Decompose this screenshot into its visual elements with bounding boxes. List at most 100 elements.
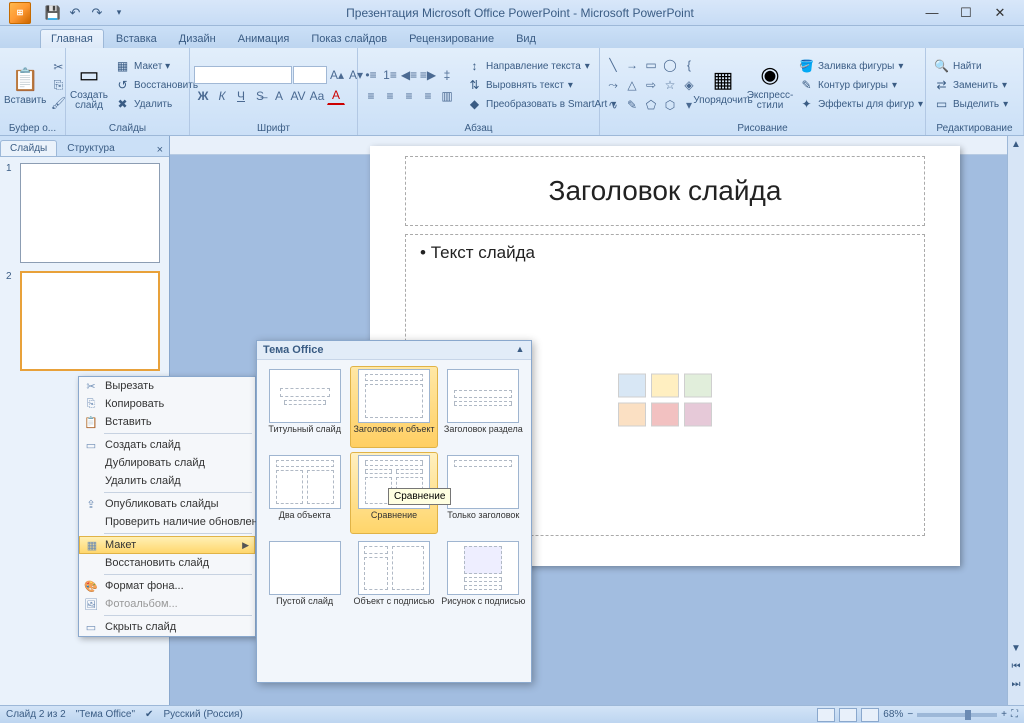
shape-line-icon[interactable]: ╲ [604,56,622,74]
char-spacing-icon[interactable]: AV [289,87,307,105]
outdent-icon[interactable]: ◀≡ [400,66,418,84]
shape-callout-icon[interactable]: ◈ [680,76,698,94]
tab-home[interactable]: Главная [40,29,104,48]
underline-icon[interactable]: Ч [232,87,250,105]
fit-window-icon[interactable]: ⛶ [1011,709,1018,720]
layout-content-caption[interactable]: Объект с подписью [350,538,437,620]
shape-pent-icon[interactable]: ⬠ [642,96,660,114]
zoom-value[interactable]: 68% [883,709,903,720]
shape-hex-icon[interactable]: ⬡ [661,96,679,114]
next-slide-icon[interactable]: ⏭ [1008,676,1024,693]
shape-effects-button[interactable]: ✦Эффекты для фигур ▾ [795,95,927,114]
layout-button[interactable]: ▦Макет ▾ [111,57,202,76]
cm-copy[interactable]: ⎘Копировать [79,395,255,413]
shape-brace-icon[interactable]: { [680,56,698,74]
cm-format-bg[interactable]: 🎨Формат фона... [79,577,255,595]
font-size-combo[interactable] [293,66,327,84]
vertical-scrollbar[interactable]: ▲ ▼ ⏮ ⏭ [1007,136,1024,705]
copy-icon[interactable]: ⎘ [49,76,67,94]
font-family-combo[interactable] [194,66,292,84]
view-slideshow-button[interactable] [861,708,879,722]
minimize-button[interactable]: — [918,4,946,22]
panel-close-icon[interactable]: × [151,144,169,156]
line-spacing-icon[interactable]: ‡ [438,66,456,84]
shape-oval-icon[interactable]: ◯ [661,56,679,74]
layout-two-content[interactable]: Два объекта [261,452,348,534]
shape-arrow2-icon[interactable]: ⇨ [642,76,660,94]
quick-styles-button[interactable]: ◉Экспресс-стили [748,52,792,118]
find-button[interactable]: 🔍Найти [930,57,1012,76]
italic-icon[interactable]: К [213,87,231,105]
shape-arrow-icon[interactable]: → [623,56,641,74]
shape-free-icon[interactable]: ✎ [623,96,641,114]
tab-view[interactable]: Вид [506,30,546,48]
tab-insert[interactable]: Вставка [106,30,167,48]
align-center-icon[interactable]: ≡ [381,87,399,105]
select-button[interactable]: ▭Выделить ▾ [930,95,1012,114]
tab-design[interactable]: Дизайн [169,30,226,48]
layout-title-slide[interactable]: Титульный слайд [261,366,348,448]
undo-icon[interactable]: ↶ [66,4,84,22]
layout-title-only[interactable]: Только заголовок [440,452,527,534]
title-placeholder[interactable]: Заголовок слайда [405,156,925,226]
prev-slide-icon[interactable]: ⏮ [1008,658,1024,675]
shape-rect-icon[interactable]: ▭ [642,56,660,74]
redo-icon[interactable]: ↷ [88,4,106,22]
view-normal-button[interactable] [817,708,835,722]
cut-icon[interactable]: ✂ [49,58,67,76]
cm-check-updates[interactable]: Проверить наличие обновлений▶ [79,513,255,531]
align-left-icon[interactable]: ≡ [362,87,380,105]
shape-curve-icon[interactable]: ∿ [604,96,622,114]
layout-picture-caption[interactable]: Рисунок с подписью [440,538,527,620]
format-painter-icon[interactable]: 🖌 [49,94,67,112]
font-color-icon[interactable]: A [327,87,345,105]
tab-review[interactable]: Рецензирование [399,30,504,48]
save-icon[interactable]: 💾 [44,4,62,22]
cm-delete-slide[interactable]: Удалить слайд [79,472,255,490]
status-spellcheck-icon[interactable]: ✔ [145,709,153,720]
text-direction-button[interactable]: ↕Направление текста ▾ [463,57,620,76]
justify-icon[interactable]: ≡ [419,87,437,105]
slide-thumbnail-1[interactable] [20,163,160,263]
shape-conn-icon[interactable]: ⤳ [604,76,622,94]
view-sorter-button[interactable] [839,708,857,722]
cm-publish[interactable]: ⇪Опубликовать слайды [79,495,255,513]
paste-button[interactable]: 📋Вставить [4,52,46,118]
shape-outline-button[interactable]: ✎Контур фигуры ▾ [795,76,927,95]
convert-smartart-button[interactable]: ◆Преобразовать в SmartArt ▾ [463,95,620,114]
grow-font-icon[interactable]: A▴ [328,66,346,84]
office-button[interactable]: ⊞ [2,0,38,26]
cm-cut[interactable]: ✂Вырезать [79,377,255,395]
cm-duplicate[interactable]: Дублировать слайд [79,454,255,472]
reset-button[interactable]: ↺Восстановить [111,76,202,95]
slide-thumbnail-2[interactable] [20,271,160,371]
new-slide-button[interactable]: ▭Создать слайд [70,52,108,118]
numbering-icon[interactable]: 1≡ [381,66,399,84]
maximize-button[interactable]: ☐ [952,4,980,22]
bold-icon[interactable]: Ж [194,87,212,105]
panel-tab-slides[interactable]: Слайды [0,140,57,156]
cm-hide-slide[interactable]: ▭Скрыть слайд [79,618,255,636]
delete-button[interactable]: ✖Удалить [111,95,202,114]
arrange-button[interactable]: ▦Упорядочить [701,52,745,118]
bullets-icon[interactable]: •≡ [362,66,380,84]
tab-animation[interactable]: Анимация [228,30,300,48]
content-placeholder-icons[interactable] [618,374,712,427]
gallery-scroll-up-icon[interactable]: ▲ [515,344,525,356]
qat-more-icon[interactable]: ▾ [110,4,128,22]
cm-reset-slide[interactable]: Восстановить слайд [79,554,255,572]
shape-tri-icon[interactable]: △ [623,76,641,94]
columns-icon[interactable]: ▥ [438,87,456,105]
align-text-button[interactable]: ⇅Выровнять текст ▾ [463,76,620,95]
panel-tab-outline[interactable]: Структура [57,140,124,156]
shape-fill-button[interactable]: 🪣Заливка фигуры ▾ [795,57,927,76]
zoom-in-icon[interactable]: + [1001,709,1007,720]
layout-title-content[interactable]: Заголовок и объект [350,366,437,448]
indent-icon[interactable]: ≡▶ [419,66,437,84]
cm-paste[interactable]: 📋Вставить [79,413,255,431]
zoom-out-icon[interactable]: − [907,709,913,720]
align-right-icon[interactable]: ≡ [400,87,418,105]
status-language[interactable]: Русский (Россия) [163,709,242,720]
strike-icon[interactable]: S̶ [251,87,269,105]
scroll-down-icon[interactable]: ▼ [1008,640,1024,657]
